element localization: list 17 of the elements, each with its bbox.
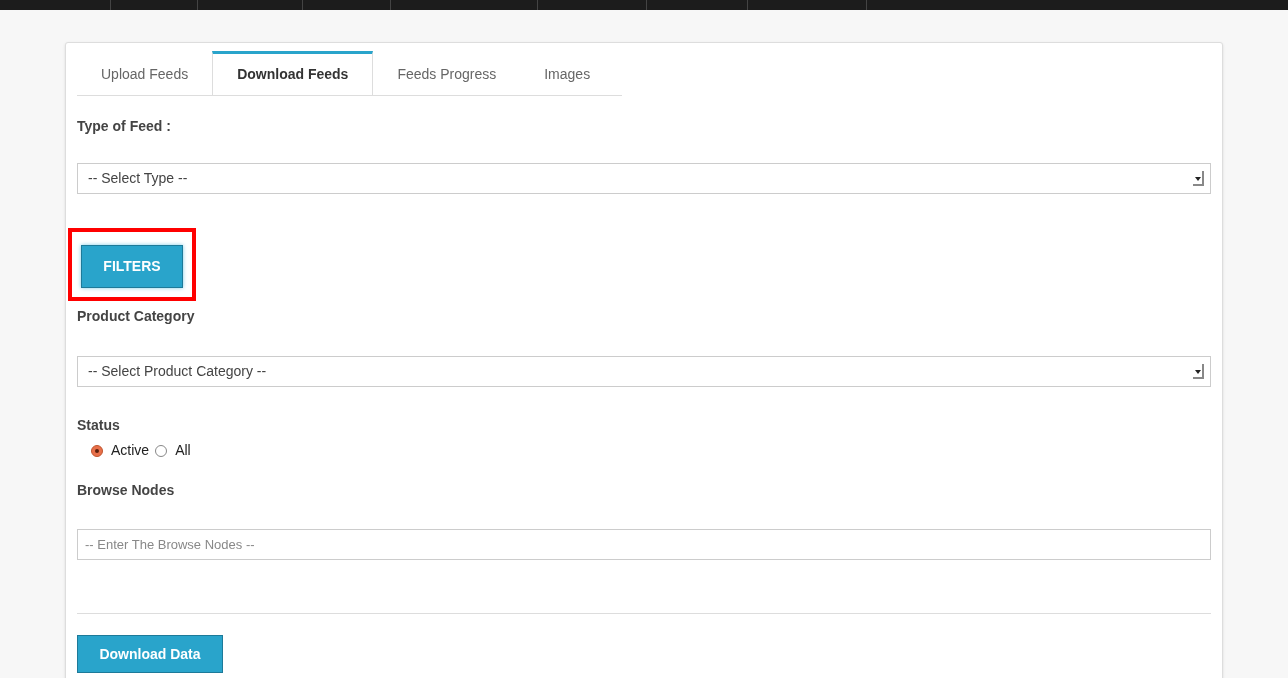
dropdown-arrow-icon: [1193, 171, 1204, 186]
select-field[interactable]: -- Select Type --: [77, 163, 1211, 194]
field-label: Browse Nodes: [77, 481, 176, 500]
radio-label: All: [175, 441, 191, 460]
radio-button[interactable]: [91, 444, 103, 457]
field-label: Status: [77, 416, 121, 435]
tab[interactable]: Upload Feeds: [77, 51, 213, 95]
field-label: Product Category: [77, 307, 196, 326]
radio-button[interactable]: [155, 444, 168, 457]
select-field[interactable]: -- Select Product Category --: [77, 356, 1211, 387]
field-label: Type of Feed :: [77, 117, 172, 136]
radio-label: Active: [111, 441, 150, 460]
tab[interactable]: Download Feeds: [212, 51, 374, 95]
input-field[interactable]: -- Enter The Browse Nodes --: [77, 529, 1211, 560]
dropdown-arrow-icon: [1193, 364, 1204, 379]
tab[interactable]: Images: [520, 51, 615, 95]
tab[interactable]: Feeds Progress: [373, 51, 521, 95]
